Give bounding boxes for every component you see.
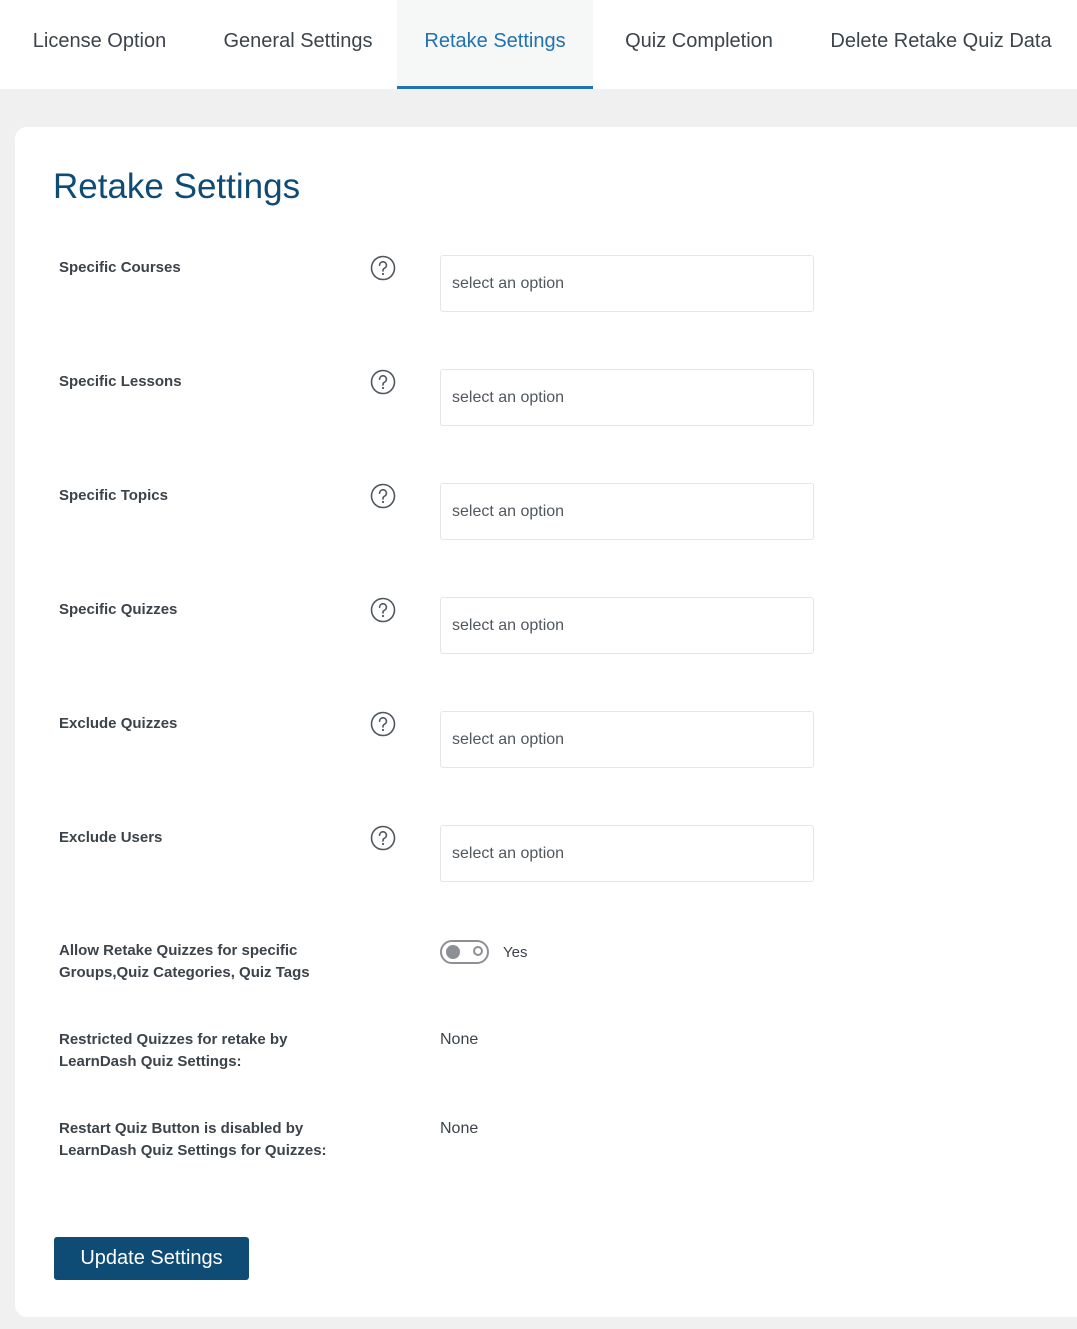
question-circle-icon[interactable] — [370, 369, 396, 395]
allow-retake-label-line2: Groups,Quiz Categories, Quiz Tags — [59, 964, 310, 981]
question-circle-icon[interactable] — [370, 483, 396, 509]
question-circle-icon[interactable] — [370, 597, 396, 623]
specific-topics-select[interactable]: select an option — [440, 483, 814, 540]
field-label-specific-courses: Specific Courses — [59, 259, 181, 276]
tab-delete-retake-quiz-data[interactable]: Delete Retake Quiz Data — [805, 0, 1077, 89]
toggle-off-ring-icon — [473, 946, 483, 956]
allow-retake-label: Allow Retake Quizzes for specific Groups… — [59, 940, 310, 984]
restricted-quizzes-label-line1: Restricted Quizzes for retake by — [59, 1031, 288, 1048]
question-circle-icon[interactable] — [370, 825, 396, 851]
field-label-specific-lessons: Specific Lessons — [59, 373, 182, 390]
tab-quiz-completion[interactable]: Quiz Completion — [593, 0, 805, 89]
settings-tab-bar: License Option General Settings Retake S… — [0, 0, 1077, 89]
restricted-quizzes-label-line2: LearnDash Quiz Settings: — [59, 1053, 242, 1070]
exclude-users-select[interactable]: select an option — [440, 825, 814, 882]
settings-card: Retake Settings Specific Courses select … — [15, 127, 1077, 1317]
toggle-knob — [446, 945, 460, 959]
specific-quizzes-select[interactable]: select an option — [440, 597, 814, 654]
exclude-quizzes-select[interactable]: select an option — [440, 711, 814, 768]
allow-retake-toggle-label: Yes — [503, 944, 528, 961]
question-circle-icon[interactable] — [370, 711, 396, 737]
field-label-exclude-users: Exclude Users — [59, 829, 163, 846]
restart-disabled-value: None — [440, 1120, 479, 1137]
restart-disabled-label: Restart Quiz Button is disabled by Learn… — [59, 1118, 327, 1162]
page-title: Retake Settings — [53, 167, 301, 206]
update-settings-button[interactable]: Update Settings — [54, 1237, 249, 1280]
specific-lessons-select[interactable]: select an option — [440, 369, 814, 426]
tab-retake-settings[interactable]: Retake Settings — [397, 0, 593, 89]
field-label-specific-topics: Specific Topics — [59, 487, 168, 504]
question-circle-icon[interactable] — [370, 255, 396, 281]
allow-retake-label-line1: Allow Retake Quizzes for specific — [59, 942, 298, 959]
restart-disabled-label-line2: LearnDash Quiz Settings for Quizzes: — [59, 1142, 327, 1159]
restricted-quizzes-label: Restricted Quizzes for retake by LearnDa… — [59, 1029, 287, 1073]
field-label-specific-quizzes: Specific Quizzes — [59, 601, 178, 618]
tab-license-option[interactable]: License Option — [0, 0, 199, 89]
field-label-exclude-quizzes: Exclude Quizzes — [59, 715, 178, 732]
restart-disabled-label-line1: Restart Quiz Button is disabled by — [59, 1120, 304, 1137]
allow-retake-toggle[interactable] — [440, 940, 489, 964]
specific-courses-select[interactable]: select an option — [440, 255, 814, 312]
tab-general-settings[interactable]: General Settings — [199, 0, 397, 89]
restricted-quizzes-value: None — [440, 1031, 479, 1048]
